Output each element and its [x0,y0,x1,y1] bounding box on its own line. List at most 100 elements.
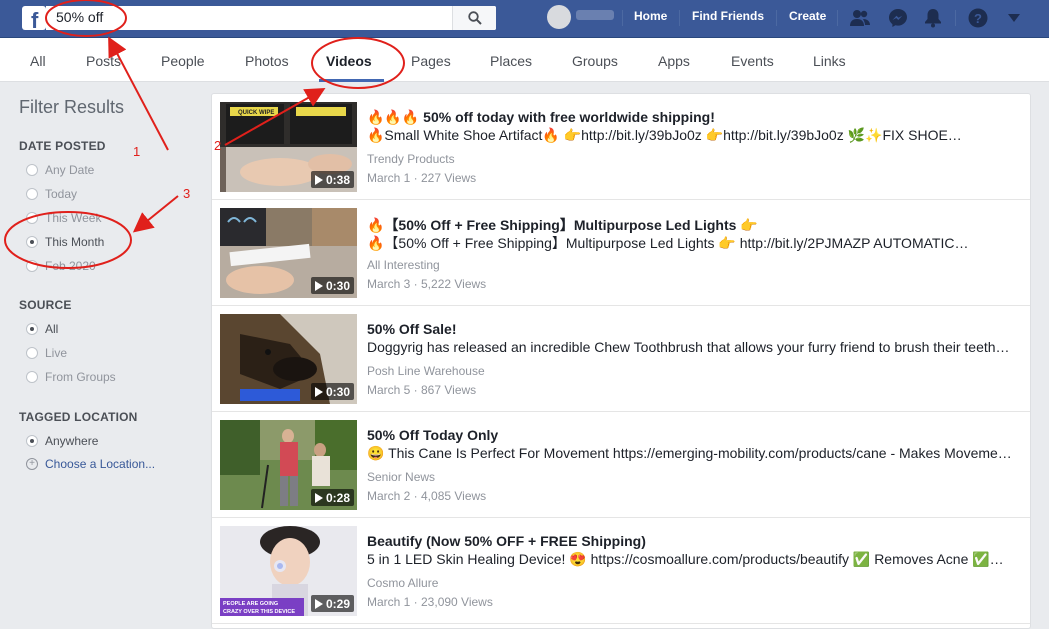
create-link[interactable]: Create [789,9,826,23]
radio-icon [26,371,38,383]
video-duration: 0:28 [310,489,354,506]
radio-icon [26,164,38,176]
video-description: 🔥Small White Shoe Artifact🔥 👉http://bit.… [367,127,962,143]
radio-selected-icon [26,236,38,248]
tab-videos[interactable]: Videos [326,53,372,69]
annotation-label-3: 3 [183,186,190,201]
video-result[interactable]: 0:30 🔥【50% Off + Free Shipping】Multipurp… [212,200,1030,306]
page-name[interactable]: All Interesting [367,258,440,272]
arrow-3 [132,195,179,233]
nav-divider [955,10,956,26]
page-name[interactable]: Senior News [367,470,435,484]
radio-icon [26,212,38,224]
active-tab-indicator [319,79,384,82]
video-title[interactable]: 🔥🔥🔥 50% off today with free worldwide sh… [367,109,715,126]
video-meta: March 5 · 867 Views [367,383,477,397]
page-name[interactable]: Trendy Products [367,152,455,166]
video-result[interactable]: PEOPLE ARE GOING CRAZY OVER THIS DEVICE … [212,518,1030,624]
messenger-icon[interactable] [887,7,909,29]
help-icon[interactable]: ? [967,7,989,29]
filter-source-groups[interactable]: From Groups [26,369,116,385]
video-results-list: QUICK WIPE 0:38 🔥🔥🔥 50% off today with f… [211,93,1031,629]
filter-any-date[interactable]: Any Date [26,162,94,178]
video-duration: 0:38 [310,171,354,188]
filter-source-live[interactable]: Live [26,345,67,361]
video-thumbnail[interactable]: QUICK WIPE 0:38 [220,102,357,192]
radio-selected-icon [26,435,38,447]
filter-location-anywhere[interactable]: Anywhere [26,433,98,449]
radio-icon [26,347,38,359]
thumbnail-caption: QUICK WIPE [238,110,274,116]
tab-places[interactable]: Places [490,53,532,69]
play-icon [314,386,323,397]
video-thumbnail[interactable]: PEOPLE ARE GOING CRAZY OVER THIS DEVICE … [220,526,357,616]
video-description: 5 in 1 LED Skin Healing Device! 😍 https:… [367,551,1004,567]
svg-text:PEOPLE ARE GOING: PEOPLE ARE GOING [223,601,278,607]
filter-this-week[interactable]: This Week [26,210,101,226]
friend-requests-icon[interactable] [849,7,871,29]
tab-people[interactable]: People [161,53,205,69]
page-name[interactable]: Cosmo Allure [367,576,438,590]
video-description: Doggyrig has released an incredible Chew… [367,339,1010,355]
svg-text:CRAZY OVER THIS DEVICE: CRAZY OVER THIS DEVICE [223,609,295,615]
filter-today[interactable]: Today [26,186,77,202]
video-thumbnail[interactable]: 0:28 [220,420,357,510]
video-thumbnail[interactable]: 0:30 [220,314,357,404]
nav-divider [679,10,680,26]
search-input[interactable]: 50% off [56,9,103,25]
nav-divider [837,10,838,26]
tab-groups[interactable]: Groups [572,53,618,69]
video-duration: 0:30 [310,277,354,294]
account-menu-chevron-icon[interactable] [1003,7,1025,29]
video-result[interactable]: 0:30 50% Off Sale! Doggyrig has released… [212,306,1030,412]
tab-apps[interactable]: Apps [658,53,690,69]
radio-icon [26,188,38,200]
video-description: 😀 This Cane Is Perfect For Movement http… [367,445,1012,461]
video-title[interactable]: 50% Off Sale! [367,321,456,337]
results-tab-bar: All Posts People Photos Videos Pages Pla… [0,38,1049,82]
video-thumbnail[interactable]: 0:30 [220,208,357,298]
search-button[interactable] [452,6,496,30]
video-duration: 0:29 [310,595,354,612]
choose-location-link[interactable]: + Choose a Location... [26,457,155,471]
search-icon [467,11,482,25]
video-result[interactable]: QUICK WIPE 0:38 🔥🔥🔥 50% off today with f… [212,94,1030,200]
tab-all[interactable]: All [30,53,46,69]
video-title[interactable]: 🔥【50% Off + Free Shipping】Multipurpose L… [367,215,758,235]
annotation-label-1: 1 [133,144,140,159]
video-title[interactable]: 50% Off Today Only [367,427,498,443]
search-box: 50% off [46,6,496,30]
plus-icon: + [26,458,38,470]
tab-links[interactable]: Links [813,53,846,69]
video-description: 🔥【50% Off + Free Shipping】Multipurpose L… [367,235,969,251]
video-duration: 0:30 [310,383,354,400]
date-posted-heading: DATE POSTED [19,139,106,153]
filter-feb-2020[interactable]: Feb 2020 [26,258,96,274]
video-title[interactable]: Beautify (Now 50% OFF + FREE Shipping) [367,533,646,549]
profile-name-blurred[interactable] [576,10,614,20]
play-icon [314,174,323,185]
filter-this-month[interactable]: This Month [26,234,104,250]
tab-pages[interactable]: Pages [411,53,451,69]
avatar[interactable] [547,5,571,29]
video-meta: March 3 · 5,222 Views [367,277,487,291]
svg-text:?: ? [974,11,982,26]
tab-photos[interactable]: Photos [245,53,289,69]
facebook-logo-icon[interactable]: f [22,6,46,30]
find-friends-link[interactable]: Find Friends [692,9,764,23]
filter-source-all[interactable]: All [26,321,58,337]
tab-posts[interactable]: Posts [86,53,121,69]
video-meta: March 1 · 227 Views [367,171,477,185]
home-link[interactable]: Home [634,9,667,23]
source-heading: SOURCE [19,298,72,312]
tab-events[interactable]: Events [731,53,774,69]
page-name[interactable]: Posh Line Warehouse [367,364,485,378]
top-bar: f 50% off Home Find Friends Create ? [0,0,1049,38]
video-result[interactable]: 0:28 50% Off Today Only 😀 This Cane Is P… [212,412,1030,518]
play-icon [314,492,323,503]
video-meta: March 1 · 23,090 Views [367,595,493,609]
video-meta: March 2 · 4,085 Views [367,489,487,503]
filter-results-title: Filter Results [19,97,125,117]
notifications-icon[interactable] [922,7,944,29]
play-icon [314,598,323,609]
